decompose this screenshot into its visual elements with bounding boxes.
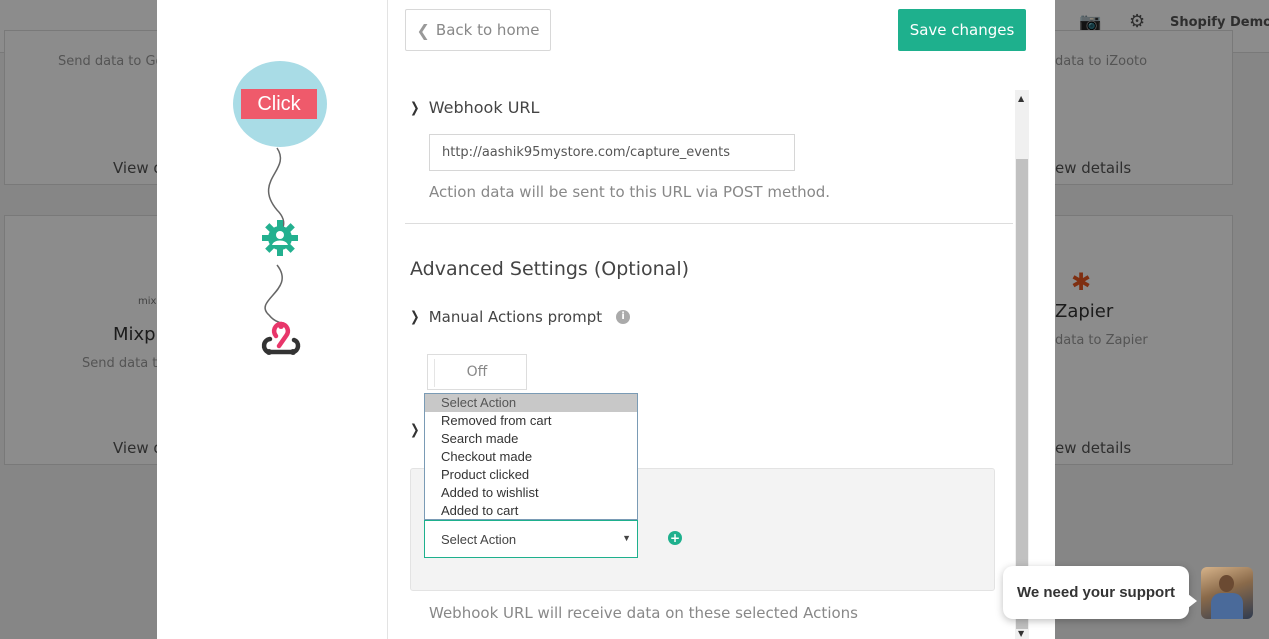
dropdown-option[interactable]: Removed from cart bbox=[425, 412, 637, 430]
action-select-value: Select Action bbox=[441, 531, 517, 547]
add-action-icon[interactable]: + bbox=[668, 531, 682, 545]
webhook-icon bbox=[261, 321, 301, 355]
dropdown-option[interactable]: Checkout made bbox=[425, 448, 637, 466]
section-divider bbox=[405, 223, 1013, 224]
save-changes-button[interactable]: Save changes bbox=[898, 9, 1026, 51]
manual-actions-toggle[interactable]: Off bbox=[427, 354, 527, 390]
settings-panel: ❮ Back to home Save changes ❯ Webhook UR… bbox=[389, 0, 1055, 639]
chevron-left-icon: ❮ bbox=[416, 20, 430, 40]
scrollbar[interactable]: ▲ ▼ bbox=[1015, 90, 1029, 639]
chevron-right-icon[interactable]: ❯ bbox=[410, 422, 419, 438]
webhook-url-help-text: Action data will be sent to this URL via… bbox=[429, 183, 831, 201]
scrollbar-thumb[interactable] bbox=[1016, 159, 1028, 629]
settings-gear-icon bbox=[262, 220, 298, 256]
back-button-label: Back to home bbox=[435, 21, 540, 39]
dropdown-option[interactable]: Search made bbox=[425, 430, 637, 448]
dropdown-option[interactable]: Product clicked bbox=[425, 466, 637, 484]
scroll-down-arrow-icon[interactable]: ▼ bbox=[1018, 629, 1024, 638]
dropdown-option[interactable]: Added to cart bbox=[425, 502, 637, 520]
avatar-body bbox=[1211, 593, 1243, 619]
dropdown-option[interactable]: Select Action bbox=[425, 394, 637, 412]
action-select[interactable]: Select Action ▼ bbox=[424, 520, 638, 558]
avatar-head bbox=[1219, 575, 1234, 592]
settings-scroll-area[interactable]: ❯ Webhook URL http://aashik95mystore.com… bbox=[405, 90, 1013, 639]
support-chat-bubble[interactable]: We need your support bbox=[1003, 566, 1197, 619]
advanced-settings-title: Advanced Settings (Optional) bbox=[410, 258, 690, 280]
chevron-right-icon: ❯ bbox=[410, 309, 420, 325]
chevron-down-icon: ▼ bbox=[622, 533, 631, 543]
flow-diagram: Click bbox=[157, 0, 388, 639]
manual-actions-prompt-toggle[interactable]: ❯ Manual Actions prompt i bbox=[409, 308, 631, 326]
action-select-dropdown[interactable]: Select Action Removed from cart Search m… bbox=[424, 393, 638, 520]
info-icon[interactable]: i bbox=[616, 310, 631, 324]
manual-actions-prompt-label: Manual Actions prompt bbox=[428, 308, 603, 326]
trigger-label: Click bbox=[241, 89, 317, 119]
support-avatar[interactable] bbox=[1201, 567, 1253, 619]
actions-help-text: Webhook URL will receive data on these s… bbox=[429, 604, 858, 622]
back-to-home-button[interactable]: ❮ Back to home bbox=[405, 9, 551, 51]
webhook-url-heading: Webhook URL bbox=[428, 98, 540, 117]
scroll-up-arrow-icon[interactable]: ▲ bbox=[1018, 94, 1024, 103]
webhook-url-section-toggle[interactable]: ❯ Webhook URL bbox=[409, 98, 539, 117]
webhook-settings-modal: Click ❮ Back to home Save changes ❯ Webh… bbox=[157, 0, 1055, 639]
dropdown-option[interactable]: Added to wishlist bbox=[425, 484, 637, 502]
webhook-url-input[interactable]: http://aashik95mystore.com/capture_event… bbox=[429, 134, 795, 171]
chevron-right-icon: ❯ bbox=[410, 99, 420, 116]
